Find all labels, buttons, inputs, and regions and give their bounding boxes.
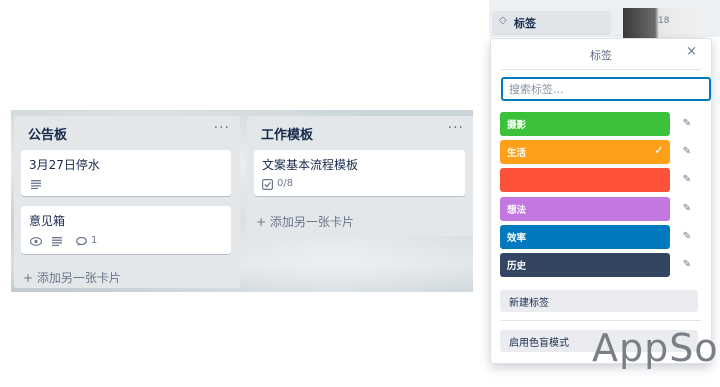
- list-title[interactable]: 公告板: [28, 124, 67, 143]
- add-card-button[interactable]: + 添加另一张卡片: [23, 269, 121, 286]
- list-title[interactable]: 工作模板: [261, 124, 313, 143]
- label-chip[interactable]: [500, 168, 670, 192]
- label-chip[interactable]: 想法: [500, 197, 670, 221]
- label-chip[interactable]: 效率: [500, 225, 670, 249]
- board-canvas: 公告板 ··· 3月27日停水 意见箱 1 + 添加另一张卡片 工作模板 ···…: [11, 110, 473, 292]
- label-chip[interactable]: 摄影: [500, 112, 670, 136]
- label-name: 生活: [507, 148, 527, 159]
- appso-watermark: AppSo: [592, 326, 719, 370]
- tag-icon: ◇: [499, 15, 507, 26]
- pencil-icon[interactable]: ✎: [681, 118, 693, 130]
- divider: [501, 69, 701, 70]
- search-labels-input[interactable]: [501, 77, 711, 101]
- colorblind-mode-text: 启用色盲模式: [509, 338, 569, 349]
- card-title: 意见箱: [29, 214, 66, 228]
- list-menu-icon[interactable]: ···: [214, 120, 230, 136]
- comment-count: 1: [91, 235, 98, 246]
- label-chip[interactable]: 生活 ✓: [500, 140, 670, 164]
- card[interactable]: 文案基本流程模板 0/8: [254, 150, 465, 196]
- new-label-text: 新建标签: [509, 298, 549, 309]
- label-name: 想法: [507, 205, 527, 216]
- pencil-icon[interactable]: ✎: [681, 231, 693, 243]
- pencil-icon[interactable]: ✎: [681, 146, 693, 158]
- pencil-icon[interactable]: ✎: [681, 174, 693, 186]
- card-title: 3月27日停水: [29, 158, 100, 172]
- popover-title: 标签: [590, 49, 612, 62]
- label-chip[interactable]: 历史: [500, 253, 670, 277]
- card[interactable]: 意见箱 1: [21, 206, 231, 254]
- close-icon[interactable]: ×: [686, 44, 697, 59]
- list-menu-icon[interactable]: ···: [448, 120, 464, 136]
- divider: [501, 320, 701, 321]
- eye-icon: [30, 237, 42, 246]
- pencil-icon[interactable]: ✎: [681, 259, 693, 271]
- check-icon: ✓: [653, 143, 664, 157]
- card-title: 文案基本流程模板: [262, 158, 359, 172]
- list-bulletin: 公告板 ··· 3月27日停水 意见箱 1 + 添加另一张卡片: [14, 116, 240, 288]
- label-name: 摄影: [507, 120, 527, 131]
- labels-popover: 标签 × 摄影 ✎ 生活 ✓ ✎ ✎ 想法 ✎ 效率 ✎ 历史 ✎ 新建标签 启…: [490, 38, 712, 364]
- description-icon: [31, 180, 41, 189]
- comment-count: 18: [658, 16, 670, 26]
- label-name: 历史: [507, 261, 527, 272]
- card[interactable]: 3月27日停水: [21, 150, 231, 196]
- new-label-button[interactable]: 新建标签: [500, 290, 698, 312]
- add-card-button[interactable]: + 添加另一张卡片: [256, 213, 354, 230]
- pencil-icon[interactable]: ✎: [681, 203, 693, 215]
- description-icon: [52, 237, 62, 246]
- label-name: 效率: [507, 233, 527, 244]
- list-work-templates: 工作模板 ··· 文案基本流程模板 0/8 + 添加另一张卡片: [247, 116, 473, 236]
- comment-icon: [76, 237, 87, 246]
- labels-button[interactable]: ◇ 标签: [492, 11, 611, 35]
- labels-button-label: 标签: [514, 17, 536, 30]
- checklist-progress: 0/8: [277, 178, 294, 189]
- checklist-icon: [262, 179, 273, 190]
- card-thumbnail[interactable]: 18: [623, 8, 703, 38]
